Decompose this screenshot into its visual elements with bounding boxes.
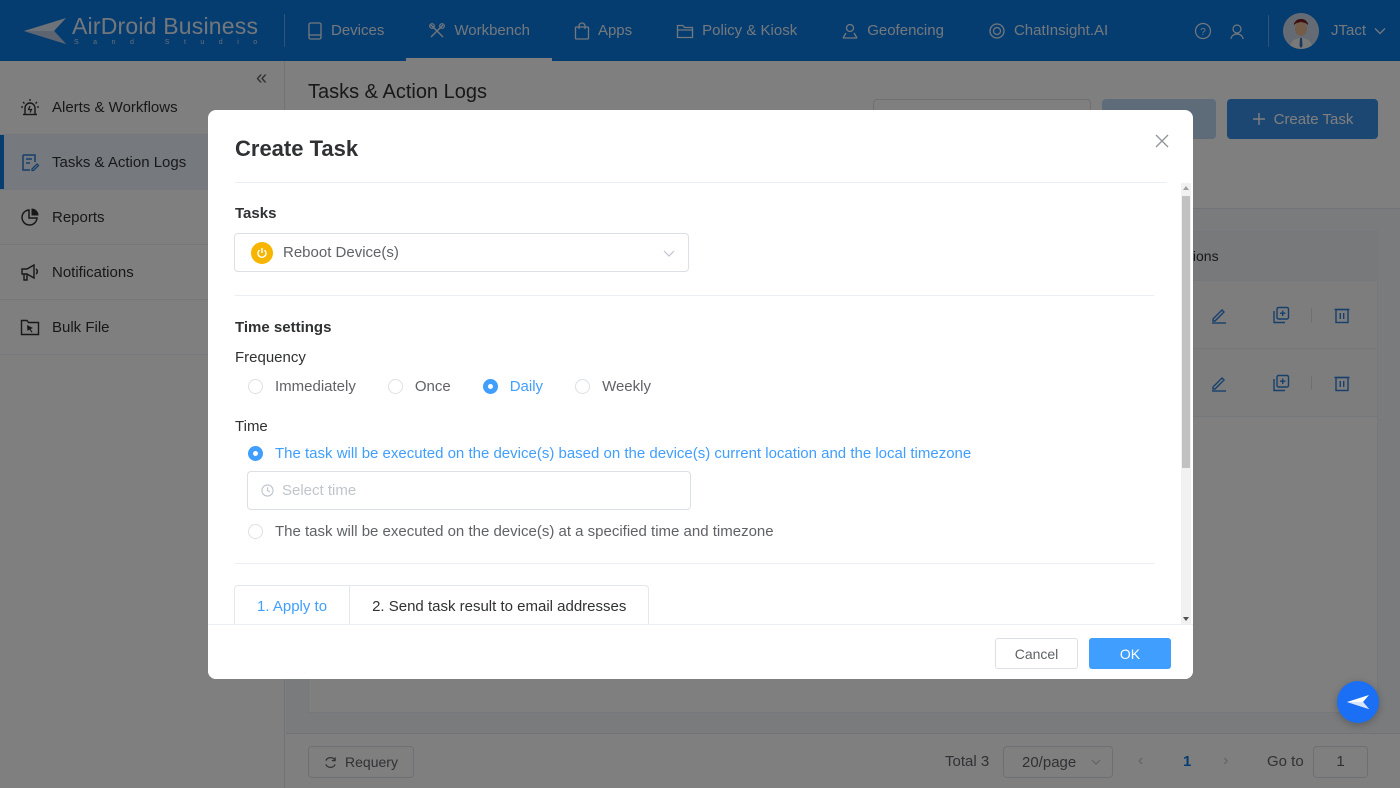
- radio-label: Immediately: [275, 378, 356, 395]
- tab-apply-to[interactable]: 1. Apply to: [235, 586, 351, 624]
- ok-button[interactable]: OK: [1089, 638, 1171, 669]
- scrollbar-thumb[interactable]: [1182, 196, 1190, 468]
- radio-label: Daily: [509, 378, 544, 395]
- dialog-footer: Cancel OK: [208, 624, 1193, 679]
- radio-label: The task will be executed on the device(…: [275, 523, 774, 540]
- radio-circle: [575, 379, 591, 394]
- chevron-down-icon: [663, 250, 675, 257]
- cancel-button[interactable]: Cancel: [995, 638, 1078, 669]
- radio-circle: [248, 379, 263, 394]
- frequency-immediately-radio[interactable]: Immediately: [248, 378, 356, 395]
- time-settings-label: Time settings: [235, 319, 332, 336]
- radio-circle: [248, 524, 263, 539]
- select-time-input[interactable]: Select time: [247, 471, 691, 510]
- frequency-daily-radio[interactable]: Daily: [482, 378, 544, 395]
- time-local-timezone-radio[interactable]: The task will be executed on the device(…: [248, 445, 971, 462]
- radio-circle: [482, 379, 498, 394]
- radio-label: Weekly: [602, 378, 651, 395]
- airdroid-assistant-button[interactable]: [1337, 681, 1379, 723]
- close-icon[interactable]: [1154, 133, 1170, 149]
- task-type-value: Reboot Device(s): [283, 244, 399, 261]
- paper-plane-icon: [1347, 695, 1369, 709]
- frequency-once-radio[interactable]: Once: [387, 378, 451, 395]
- select-time-placeholder: Select time: [282, 482, 357, 499]
- tasks-label: Tasks: [235, 205, 277, 222]
- time-specified-radio-row: The task will be executed on the device(…: [248, 523, 806, 540]
- radio-circle: [248, 446, 263, 461]
- dialog-body: Tasks Reboot Device(s) Time settings Fre…: [208, 183, 1180, 624]
- frequency-label: Frequency: [235, 349, 306, 366]
- task-type-select[interactable]: Reboot Device(s): [234, 233, 689, 272]
- dialog-scrollbar[interactable]: [1181, 183, 1191, 624]
- radio-label: The task will be executed on the device(…: [275, 445, 972, 462]
- dialog-title: Create Task: [235, 136, 359, 161]
- radio-circle: [387, 379, 403, 394]
- dialog-tabs: 1. Apply to 2. Send task result to email…: [234, 585, 650, 624]
- create-task-dialog: Create Task Tasks Reboot Device(s) Time …: [208, 110, 1193, 679]
- scroll-down-arrow-icon[interactable]: [1183, 617, 1189, 621]
- divider: [235, 563, 1154, 564]
- scroll-up-arrow-icon[interactable]: [1183, 186, 1189, 190]
- power-icon: [251, 241, 273, 264]
- frequency-radio-group: Immediately Once Daily Weekly: [248, 378, 683, 395]
- time-label: Time: [235, 418, 268, 435]
- time-specified-timezone-radio[interactable]: The task will be executed on the device(…: [248, 523, 774, 540]
- frequency-weekly-radio[interactable]: Weekly: [575, 378, 651, 395]
- time-local-radio-row: The task will be executed on the device(…: [248, 445, 1003, 462]
- tab-send-task-result[interactable]: 2. Send task result to email addresses: [350, 586, 648, 624]
- radio-label: Once: [414, 378, 451, 395]
- divider: [235, 295, 1154, 296]
- clock-icon: [261, 484, 274, 497]
